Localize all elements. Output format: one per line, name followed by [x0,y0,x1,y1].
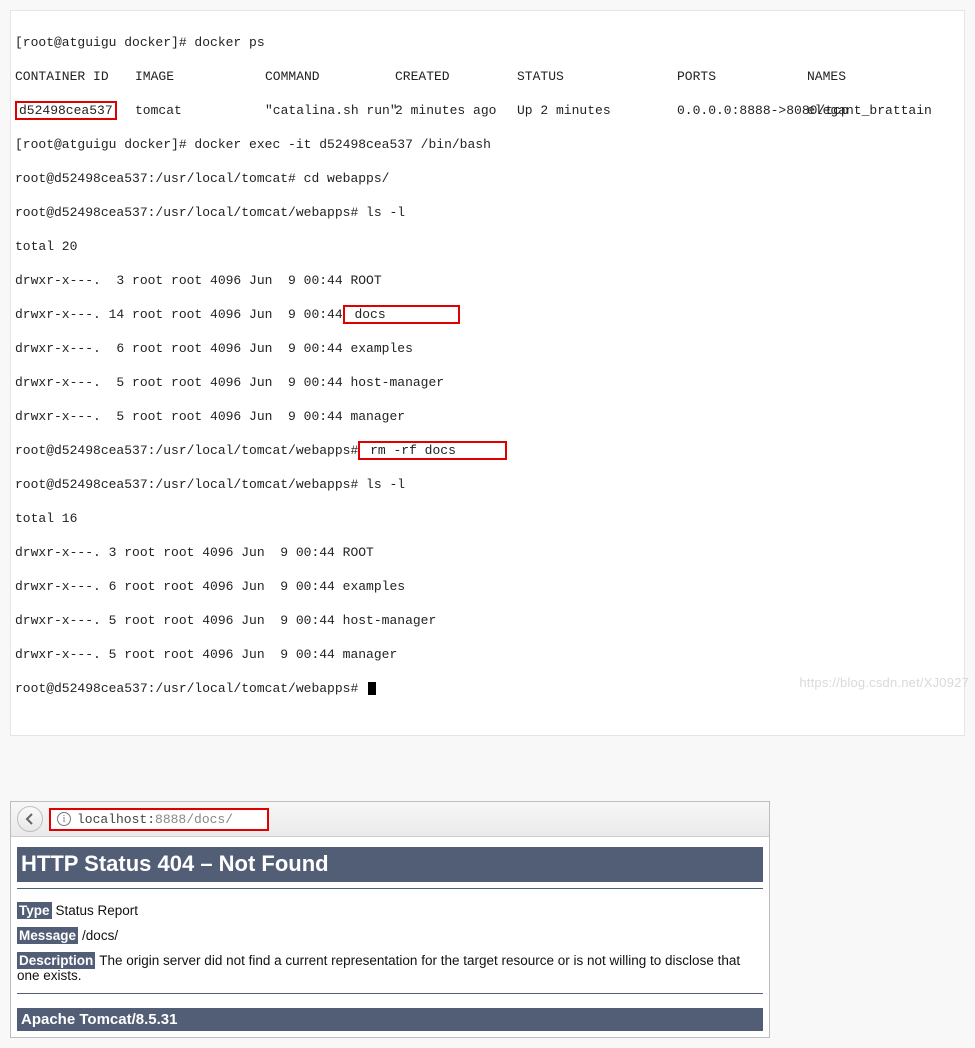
page-body: HTTP Status 404 – Not Found TypeStatus R… [11,837,769,1037]
description-line: DescriptionThe origin server did not fin… [17,953,763,983]
divider [17,993,763,994]
line: drwxr-x---. 14 root root 4096 Jun 9 00:4… [15,306,960,323]
line: drwxr-x---. 6 root root 4096 Jun 9 00:44… [15,578,960,595]
line: drwxr-x---. 5 root root 4096 Jun 9 00:44… [15,612,960,629]
line: [root@atguigu docker]# docker exec -it d… [15,136,960,153]
cursor-icon [368,682,376,695]
browser-window: i localhost:8888/docs/ HTTP Status 404 –… [10,801,770,1038]
line: root@d52498cea537:/usr/local/tomcat/weba… [15,476,960,493]
line: drwxr-x---. 5 root root 4096 Jun 9 00:44… [15,408,960,425]
http-status-heading: HTTP Status 404 – Not Found [17,847,763,882]
line: drwxr-x---. 6 root root 4096 Jun 9 00:44… [15,340,960,357]
back-button[interactable] [17,806,43,832]
server-footer: Apache Tomcat/8.5.31 [17,1008,763,1031]
divider [17,888,763,889]
terminal-output: [root@atguigu docker]# docker ps CONTAIN… [10,10,965,736]
line: total 20 [15,238,960,255]
docs-dir-highlight: docs [343,305,460,324]
message-line: Message/docs/ [17,928,763,943]
address-bar: i localhost:8888/docs/ [11,802,769,837]
chevron-left-icon [24,813,36,825]
type-line: TypeStatus Report [17,903,763,918]
description-label: Description [17,952,95,969]
info-icon: i [57,812,71,826]
message-label: Message [17,927,78,944]
container-id-highlight: d52498cea537 [15,101,117,120]
line: total 16 [15,510,960,527]
line: drwxr-x---. 5 root root 4096 Jun 9 00:44… [15,646,960,663]
watermark: https://blog.csdn.net/XJ0927 [799,675,969,690]
ps-row: d52498cea537tomcat"catalina.sh run"2 min… [15,102,960,119]
line: root@d52498cea537:/usr/local/tomcat/weba… [15,204,960,221]
ps-header: CONTAINER IDIMAGECOMMANDCREATEDSTATUSPOR… [15,68,960,85]
line: drwxr-x---. 5 root root 4096 Jun 9 00:44… [15,374,960,391]
line: drwxr-x---. 3 root root 4096 Jun 9 00:44… [15,272,960,289]
rm-command-highlight: rm -rf docs [358,441,506,460]
line: [root@atguigu docker]# docker ps [15,34,960,51]
line: root@d52498cea537:/usr/local/tomcat# cd … [15,170,960,187]
url-input[interactable]: i localhost:8888/docs/ [49,808,269,831]
line: drwxr-x---. 3 root root 4096 Jun 9 00:44… [15,544,960,561]
type-label: Type [17,902,52,919]
line: root@d52498cea537:/usr/local/tomcat/weba… [15,442,960,459]
